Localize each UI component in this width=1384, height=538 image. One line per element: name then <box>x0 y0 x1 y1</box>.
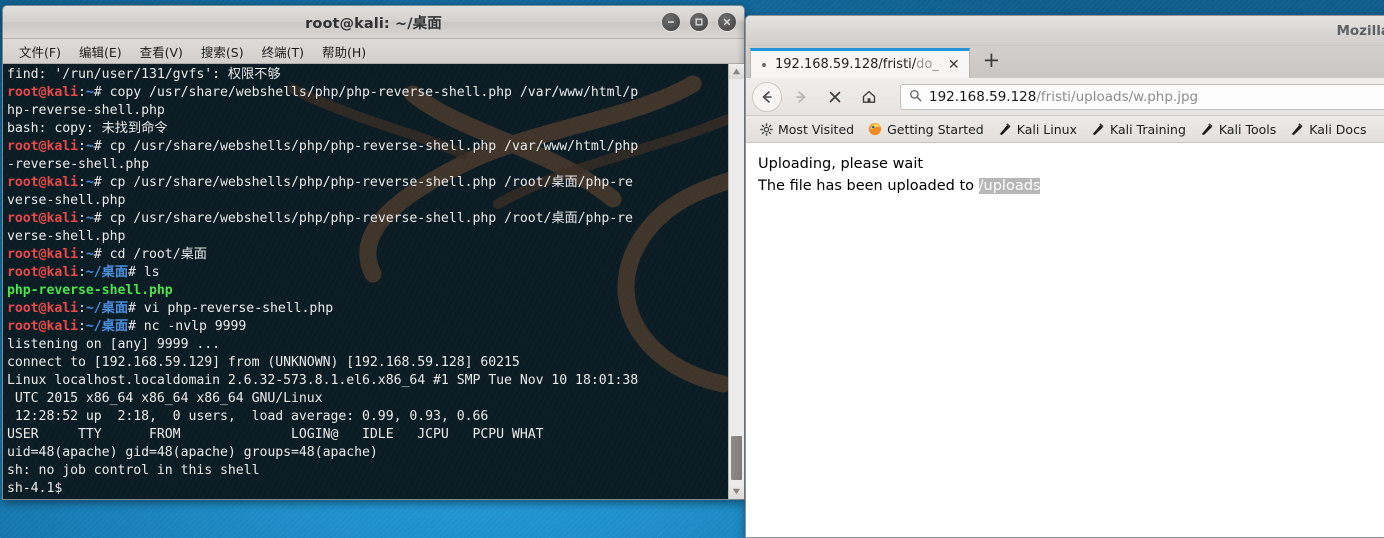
terminal-line: root@kali:~/桌面# ls <box>7 265 160 280</box>
browser-tab[interactable]: 192.168.59.128/fristi/do_ ✕ <box>750 48 970 78</box>
bookmark-getting-started[interactable]: Getting Started <box>863 120 989 139</box>
dragon-icon <box>998 122 1012 136</box>
close-button[interactable] <box>718 13 736 31</box>
terminal-line: root@kali:~# cp /usr/share/webshells/php… <box>7 211 633 226</box>
firefox-window-title: Mozilla <box>1336 22 1384 39</box>
bookmark-kali-docs[interactable]: Kali Docs <box>1285 120 1371 139</box>
url-text: 192.168.59.128/fristi/uploads/w.php.jpg <box>929 88 1199 105</box>
terminal-line: -reverse-shell.php <box>7 157 150 172</box>
bookmarks-toolbar: Most Visited Getting Started Kali Linux … <box>746 116 1384 143</box>
bookmark-label: Kali Training <box>1110 121 1186 137</box>
new-tab-button[interactable]: + <box>970 50 1014 74</box>
terminal-output[interactable]: find: '/run/user/131/gvfs': 权限不够 root@kal… <box>3 64 728 499</box>
dragon-icon <box>1200 122 1214 136</box>
terminal-line: listening on [any] 9999 ... <box>7 337 221 352</box>
bookmark-label: Kali Linux <box>1016 121 1077 137</box>
terminal-line: root@kali:~/桌面# nc -nvlp 9999 <box>7 319 247 334</box>
upload-result-line: The file has been uploaded to /uploads <box>758 178 1041 194</box>
terminal-line: root@kali:~# cd /root/桌面 <box>7 247 207 262</box>
firefox-icon <box>868 122 882 136</box>
bookmark-label: Kali Tools <box>1218 121 1277 137</box>
menu-file[interactable]: 文件(F) <box>11 39 69 64</box>
terminal-line: sh-4.1$ <box>7 481 63 496</box>
bookmark-label: Kali Docs <box>1309 121 1367 137</box>
terminal-line: USER TTY FROM LOGIN@ IDLE JCPU PCPU WHAT <box>7 427 544 442</box>
tab-title: 192.168.59.128/fristi/do_ <box>775 57 939 72</box>
terminal-line: hp-reverse-shell.php <box>7 103 165 118</box>
terminal-line: Linux localhost.localdomain 2.6.32-573.8… <box>7 373 639 388</box>
forward-button[interactable] <box>786 82 816 112</box>
terminal-line: connect to [192.168.59.129] from (UNKNOW… <box>7 355 520 370</box>
gear-icon <box>759 122 773 136</box>
home-button[interactable] <box>854 82 884 112</box>
terminal-window: root@kali: ~/桌面 文件(F) 编辑(E) 查看(V) 搜索(S) … <box>2 5 745 500</box>
terminal-line: uid=48(apache) gid=48(apache) groups=48(… <box>7 445 378 460</box>
dragon-icon <box>1091 122 1105 136</box>
bookmark-kali-linux[interactable]: Kali Linux <box>993 120 1082 139</box>
bookmark-kali-training[interactable]: Kali Training <box>1086 120 1191 139</box>
dragon-icon <box>1290 122 1304 136</box>
menu-edit[interactable]: 编辑(E) <box>71 39 130 64</box>
back-button[interactable] <box>752 81 782 112</box>
search-icon <box>909 87 922 106</box>
terminal-line: UTC 2015 x86_64 x86_64 x86_64 GNU/Linux <box>7 391 323 406</box>
selected-upload-path[interactable]: /uploads <box>978 178 1041 194</box>
terminal-line: root@kali:~# copy /usr/share/webshells/p… <box>7 85 639 100</box>
page-content[interactable]: Uploading, please wait The file has been… <box>746 143 1384 537</box>
menu-view[interactable]: 查看(V) <box>132 39 191 64</box>
maximize-button[interactable] <box>690 13 708 31</box>
terminal-line: verse-shell.php <box>7 193 126 208</box>
tab-close-icon[interactable]: ✕ <box>945 58 963 72</box>
url-bar[interactable]: 192.168.59.128/fristi/uploads/w.php.jpg <box>900 83 1384 110</box>
terminal-line: verse-shell.php <box>7 229 126 244</box>
terminal-line: php-reverse-shell.php <box>7 283 173 298</box>
terminal-body: find: '/run/user/131/gvfs': 权限不够 root@kal… <box>3 64 744 499</box>
terminal-title: root@kali: ~/桌面 <box>305 15 442 32</box>
stop-button[interactable] <box>820 82 850 112</box>
terminal-line: root@kali:~/桌面# vi php-reverse-shell.php <box>7 301 334 316</box>
terminal-line: root@kali:~# cp /usr/share/webshells/php… <box>7 175 633 190</box>
firefox-titlebar[interactable]: Mozilla <box>746 16 1384 46</box>
terminal-line: find: '/run/user/131/gvfs': 权限不够 <box>7 67 281 82</box>
terminal-menubar: 文件(F) 编辑(E) 查看(V) 搜索(S) 终端(T) 帮助(H) <box>3 39 744 64</box>
minimize-button[interactable] <box>662 13 680 31</box>
bookmark-most-visited[interactable]: Most Visited <box>754 120 859 139</box>
terminal-titlebar[interactable]: root@kali: ~/桌面 <box>3 6 744 39</box>
terminal-line: bash: copy: 未找到命令 <box>7 121 168 136</box>
firefox-window: Mozilla 192.168.59.128/fristi/do_ ✕ + 19… <box>745 15 1384 538</box>
bookmark-label: Getting Started <box>887 121 984 137</box>
terminal-line: root@kali:~# cp /usr/share/webshells/php… <box>7 139 639 154</box>
terminal-line: sh: no job control in this shell <box>7 463 260 478</box>
firefox-tabstrip: 192.168.59.128/fristi/do_ ✕ + <box>746 46 1384 78</box>
menu-terminal[interactable]: 终端(T) <box>254 39 312 64</box>
bookmark-label: Most Visited <box>778 121 855 137</box>
menu-help[interactable]: 帮助(H) <box>314 39 374 64</box>
terminal-line: 12:28:52 up 2:18, 0 users, load average:… <box>7 409 489 424</box>
scroll-down-arrow-icon[interactable] <box>729 484 744 499</box>
terminal-scrollbar[interactable] <box>728 64 744 499</box>
scrollbar-thumb[interactable] <box>731 436 742 480</box>
tab-favicon-icon <box>759 60 769 70</box>
scroll-up-arrow-icon[interactable] <box>729 64 744 79</box>
upload-status-line: Uploading, please wait <box>758 156 924 172</box>
window-controls <box>662 13 736 31</box>
firefox-navbar: 192.168.59.128/fristi/uploads/w.php.jpg <box>746 78 1384 116</box>
bookmark-kali-tools[interactable]: Kali Tools <box>1195 120 1281 139</box>
scrollbar-track[interactable] <box>729 79 744 484</box>
menu-search[interactable]: 搜索(S) <box>193 39 252 64</box>
